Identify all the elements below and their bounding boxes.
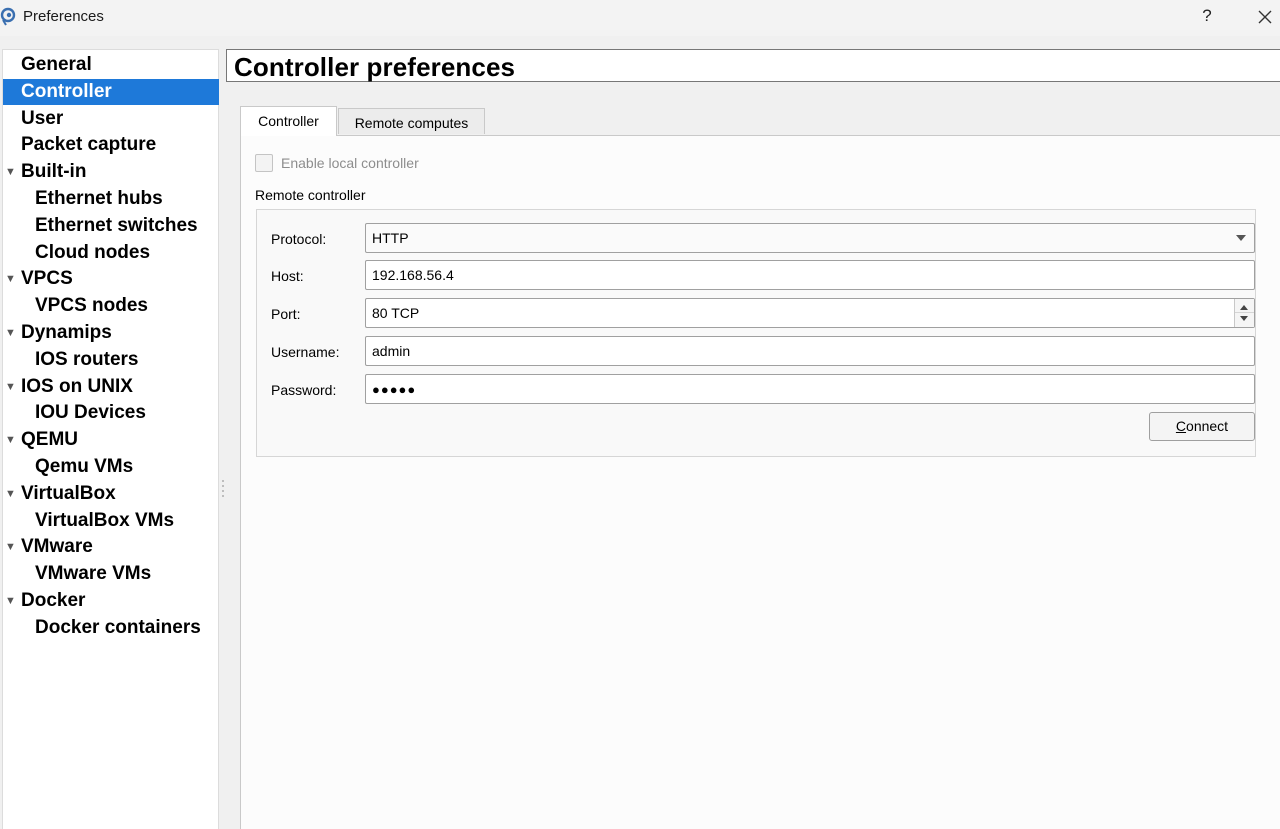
protocol-value: HTTP [372,230,409,246]
sidebar-item-controller[interactable]: Controller [3,78,219,105]
protocol-label: Protocol: [271,231,327,247]
enable-local-controller-label: Enable local controller [281,155,419,171]
port-spin-buttons[interactable] [1234,299,1254,327]
port-label: Port: [271,306,301,322]
sidebar-item-qemu-vms[interactable]: Qemu VMs [3,454,219,480]
preferences-sidebar-tree[interactable]: General Controller User Packet capture ▼ Buil… [2,49,219,829]
password-label: Password: [271,382,337,398]
protocol-select[interactable]: HTTP [365,223,1255,253]
sidebar-item-label: IOS on UNIX [21,375,133,397]
help-button[interactable]: ? [1196,6,1218,28]
sidebar-item-vpcs[interactable]: ▼ VPCS [3,266,219,292]
remote-controller-group: Protocol: HTTP Host: 192.168.56.4 Port: … [256,209,1256,457]
close-icon[interactable] [1252,4,1278,30]
sidebar-item-label: QEMU [21,429,78,451]
host-input[interactable]: 192.168.56.4 [365,260,1255,290]
sidebar-item-label: VPCS [21,268,73,290]
sidebar-item-vmware[interactable]: ▼ VMware [3,534,219,560]
sidebar-item-ios-on-unix[interactable]: ▼ IOS on UNIX [3,374,219,400]
sidebar-item-docker-containers[interactable]: Docker containers [3,615,219,641]
sidebar-item-label: VirtualBox [21,482,116,504]
expand-arrow-icon[interactable]: ▼ [5,427,17,453]
expand-arrow-icon[interactable]: ▼ [5,159,17,185]
connect-button[interactable]: Connect [1149,412,1255,441]
page-title: Controller preferences [234,52,516,82]
sidebar-item-ios-routers[interactable]: IOS routers [3,347,219,373]
tab-remote-computes[interactable]: Remote computes [338,108,485,134]
expand-arrow-icon[interactable]: ▼ [5,320,17,346]
sidebar-item-label: IOU Devices [35,402,146,424]
controller-tab-panel: Enable local controller Remote controlle… [240,135,1280,829]
sidebar-item-label: Built-in [21,161,87,183]
sidebar-item-label: Dynamips [21,322,112,343]
title-bar: Preferences ? [0,0,1280,36]
sidebar-item-vpcs-nodes[interactable]: VPCS nodes [3,293,219,319]
host-label: Host: [271,268,304,284]
password-input[interactable]: ●●●●● [365,374,1255,404]
sidebar-item-label: VirtualBox VMs [35,509,175,531]
sidebar-item-packet-capture[interactable]: Packet capture [3,132,219,158]
sidebar-item-iou-devices[interactable]: IOU Devices [3,400,219,426]
port-value: 80 TCP [372,305,420,321]
host-value: 192.168.56.4 [372,267,454,283]
gns3-app-icon [0,7,16,26]
enable-local-controller-checkbox[interactable] [255,154,273,172]
sidebar-item-label: Docker containers [35,616,201,638]
sidebar-item-docker[interactable]: ▼ Docker [3,588,219,614]
password-value: ●●●●● [372,382,417,397]
sidebar-item-label: User [21,107,64,129]
sidebar-item-label: IOS routers [35,348,139,370]
username-input[interactable]: admin [365,336,1255,366]
sidebar-item-label: VMware [21,536,93,558]
spin-up-icon[interactable] [1240,305,1248,310]
sidebar-item-label: Docker [21,590,86,611]
expand-arrow-icon[interactable]: ▼ [5,374,17,400]
expand-arrow-icon[interactable]: ▼ [5,588,17,614]
sidebar-item-ethernet-switches[interactable]: Ethernet switches [3,213,219,239]
window-title: Preferences [23,8,104,25]
sidebar-item-built-in[interactable]: ▼ Built-in [3,159,219,185]
page-header: Controller preferences [226,49,1280,82]
splitter-handle[interactable] [221,480,225,502]
sidebar-item-cloud-nodes[interactable]: Cloud nodes [3,240,219,266]
sidebar-item-label: Controller [21,80,112,102]
sidebar-item-label: Ethernet switches [35,214,198,236]
expand-arrow-icon[interactable]: ▼ [5,534,17,560]
sidebar-item-qemu[interactable]: ▼ QEMU [3,427,219,453]
sidebar-item-label: General [21,54,92,75]
username-value: admin [372,343,411,359]
sidebar-item-virtualbox[interactable]: ▼ VirtualBox [3,481,219,507]
sidebar-item-label: VMware VMs [35,563,152,585]
sidebar-item-label: Cloud nodes [35,241,151,263]
spin-down-icon[interactable] [1240,316,1248,321]
expand-arrow-icon[interactable]: ▼ [5,266,17,292]
tab-controller[interactable]: Controller [240,106,337,136]
sidebar-item-general[interactable]: General [3,52,219,78]
sidebar-item-label: VPCS nodes [35,295,148,317]
sidebar-item-label: Packet capture [21,134,157,156]
sidebar-item-ethernet-hubs[interactable]: Ethernet hubs [3,186,219,212]
sidebar-item-vmware-vms[interactable]: VMware VMs [3,561,219,587]
tab-widget: Controller Remote computes Enable local … [226,92,1280,829]
remote-controller-group-label: Remote controller [255,187,366,203]
sidebar-item-dynamips[interactable]: ▼ Dynamips [3,320,219,346]
expand-arrow-icon[interactable]: ▼ [5,481,17,507]
sidebar-item-label: Qemu VMs [35,456,134,477]
username-label: Username: [271,344,340,360]
port-spinbox[interactable]: 80 TCP [365,298,1255,328]
sidebar-item-virtualbox-vms[interactable]: VirtualBox VMs [3,508,219,534]
sidebar-item-label: Ethernet hubs [35,188,163,209]
chevron-down-icon [1236,235,1246,241]
sidebar-item-user[interactable]: User [3,106,219,132]
